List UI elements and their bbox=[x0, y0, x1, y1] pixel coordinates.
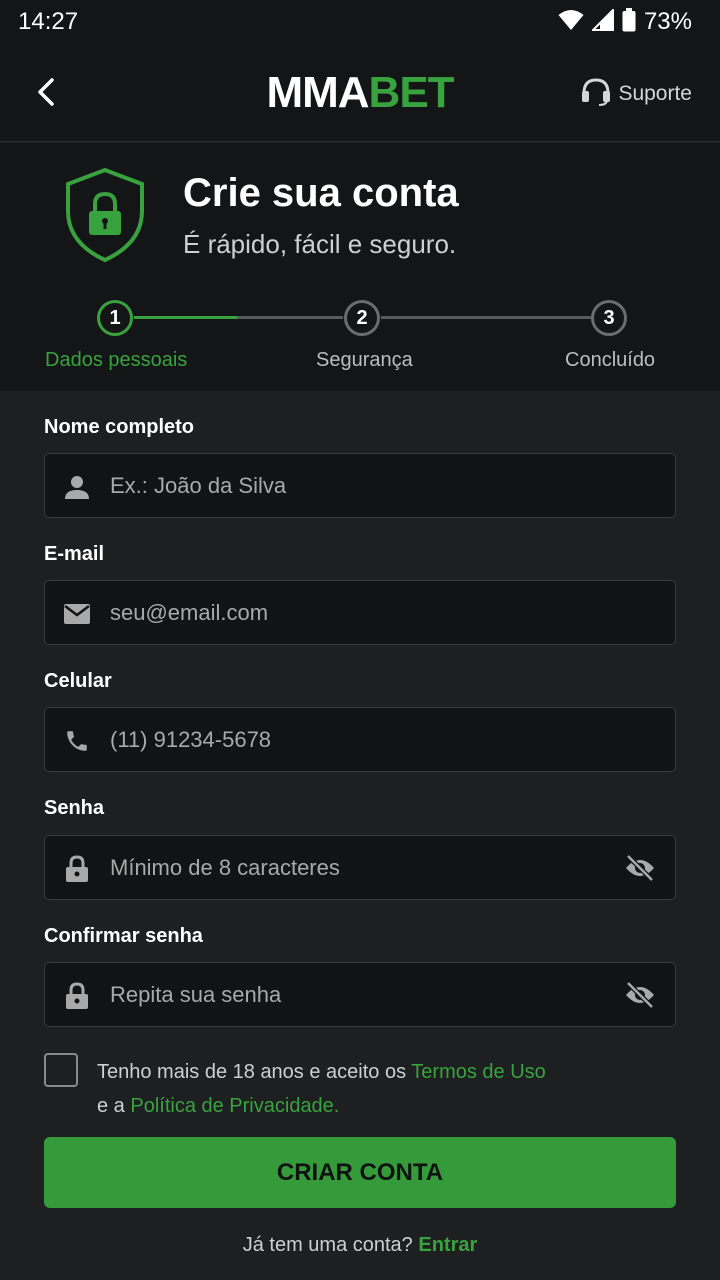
terms-text-part2: e a bbox=[97, 1095, 131, 1117]
terms-checkbox[interactable] bbox=[44, 1053, 78, 1087]
page-subtitle: É rápido, fácil e seguro. bbox=[183, 229, 457, 259]
eye-off-icon[interactable] bbox=[623, 853, 657, 883]
name-label: Nome completo bbox=[44, 416, 195, 438]
step-2-circle: 2 bbox=[344, 300, 380, 336]
create-account-button[interactable]: CRIAR CONTA bbox=[44, 1137, 676, 1208]
logo-part-green: BET bbox=[368, 68, 455, 117]
email-input[interactable] bbox=[109, 581, 609, 644]
confirm-password-input[interactable] bbox=[109, 963, 609, 1026]
login-prompt-text: Já tem uma conta? bbox=[242, 1234, 419, 1256]
password-input[interactable] bbox=[109, 836, 609, 899]
privacy-policy-link[interactable]: Política de Privacidade. bbox=[130, 1095, 339, 1117]
status-icons: 73% bbox=[558, 7, 692, 37]
password-label: Senha bbox=[44, 797, 105, 819]
login-prompt: Já tem uma conta? Entrar bbox=[0, 1234, 720, 1257]
step-2-label: Segurança bbox=[316, 349, 413, 371]
status-bar: 14:27 73% bbox=[0, 0, 720, 44]
name-input[interactable] bbox=[109, 454, 609, 517]
page-title: Crie sua conta bbox=[183, 171, 459, 215]
headset-icon bbox=[580, 76, 612, 111]
battery-percent: 73% bbox=[643, 8, 692, 35]
shield-lock-icon bbox=[64, 167, 146, 268]
terms-of-use-link[interactable]: Termos de Uso bbox=[411, 1061, 546, 1083]
step-1-label: Dados pessoais bbox=[45, 349, 188, 371]
support-label: Suporte bbox=[618, 81, 692, 105]
phone-icon bbox=[63, 727, 91, 755]
step-3-label: Concluído bbox=[565, 349, 656, 371]
signal-icon bbox=[590, 7, 614, 36]
logo-part-white: MMA bbox=[266, 68, 369, 117]
email-label: E-mail bbox=[44, 543, 105, 565]
terms-text: Tenho mais de 18 anos e aceito os Termos… bbox=[97, 1055, 657, 1123]
status-time: 14:27 bbox=[18, 8, 79, 35]
confirm-label: Confirmar senha bbox=[44, 925, 203, 947]
lock-icon bbox=[63, 855, 91, 883]
person-icon bbox=[63, 473, 91, 501]
phone-label: Celular bbox=[44, 670, 112, 692]
stepper-progress-line bbox=[134, 316, 237, 319]
signup-hero: Crie sua conta É rápido, fácil e seguro.… bbox=[0, 143, 720, 391]
mail-icon bbox=[63, 600, 91, 628]
confirm-password-field bbox=[44, 962, 676, 1027]
phone-input[interactable] bbox=[109, 708, 609, 771]
name-field bbox=[44, 453, 676, 518]
eye-off-icon[interactable] bbox=[623, 980, 657, 1010]
step-1-circle: 1 bbox=[97, 300, 133, 336]
terms-text-part1: Tenho mais de 18 anos e aceito os bbox=[97, 1061, 412, 1083]
email-field bbox=[44, 580, 676, 645]
support-button[interactable]: Suporte bbox=[580, 76, 692, 111]
password-field bbox=[44, 835, 676, 900]
lock-icon bbox=[63, 982, 91, 1010]
wifi-icon bbox=[558, 9, 584, 36]
stepper-line bbox=[237, 316, 343, 319]
phone-field bbox=[44, 707, 676, 772]
login-link[interactable]: Entrar bbox=[418, 1234, 477, 1256]
stepper-line bbox=[381, 316, 591, 319]
step-3-circle: 3 bbox=[591, 300, 627, 336]
battery-icon bbox=[622, 7, 636, 37]
app-header: MMABET Suporte bbox=[0, 44, 720, 142]
